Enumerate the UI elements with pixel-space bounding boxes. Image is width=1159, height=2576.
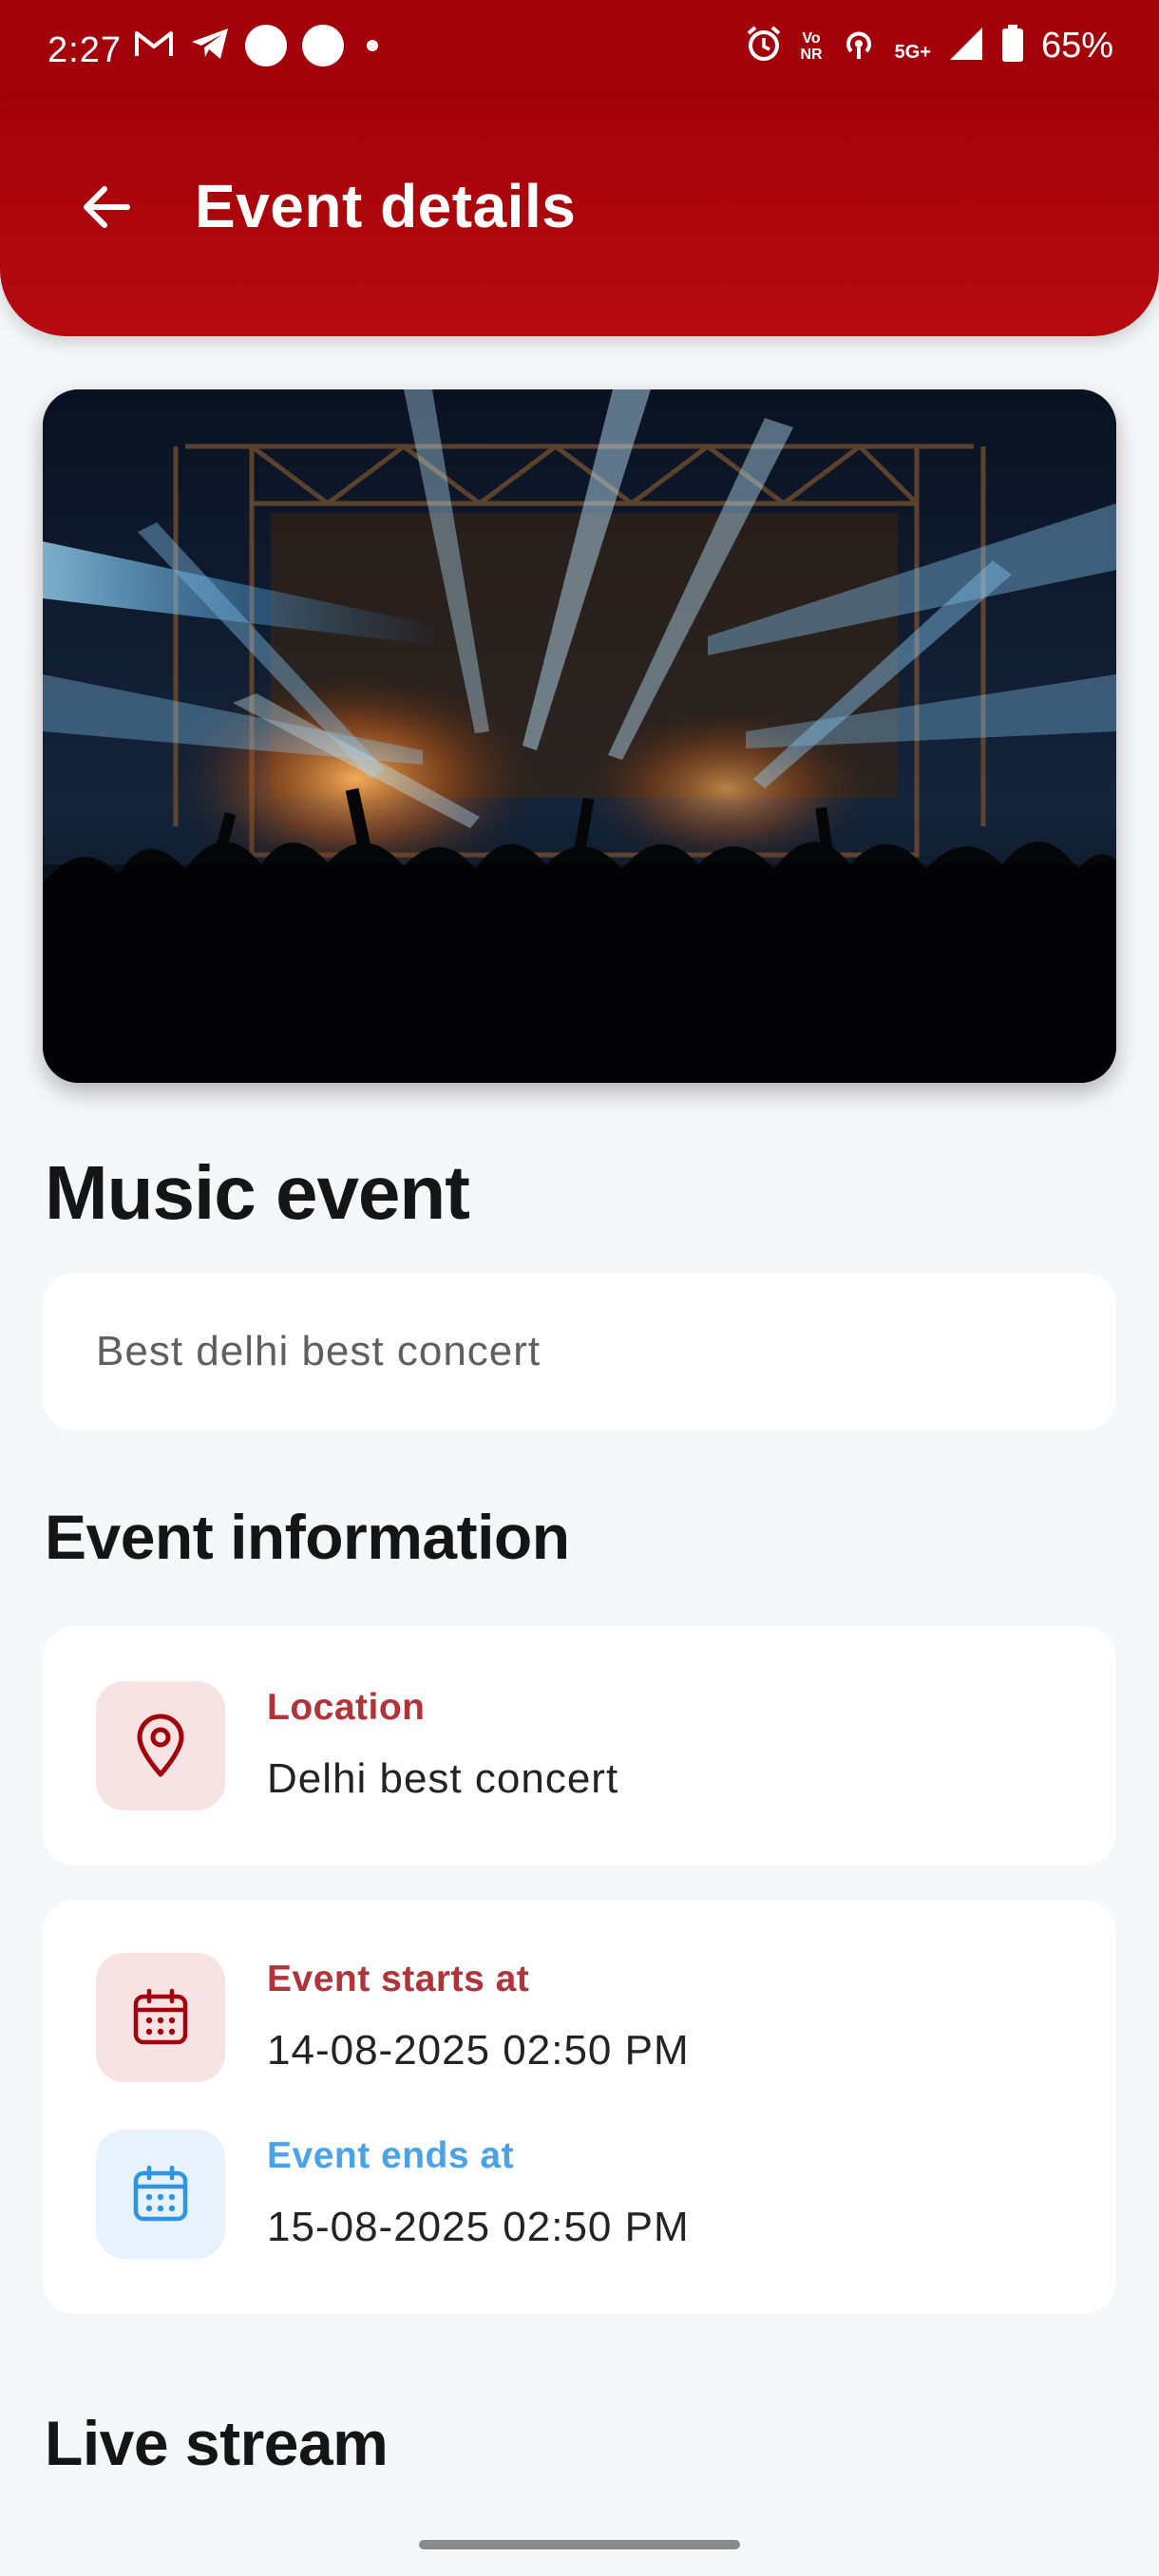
telegram-icon (190, 27, 230, 66)
volte-sub-label: NR (800, 46, 823, 63)
event-end-row: Event ends at 15-08-2025 02:50 PM (96, 2130, 1046, 2259)
signal-icon (948, 26, 984, 66)
event-description: Best delhi best concert (96, 1328, 542, 1374)
event-start-row: Event starts at 14-08-2025 02:50 PM (96, 1953, 1046, 2082)
app-notification-icon (245, 25, 287, 66)
notification-icons (133, 25, 378, 66)
calendar-icon (133, 2165, 188, 2222)
event-start-label: Event starts at (267, 1959, 530, 1999)
arrow-left-icon (84, 186, 130, 228)
schedule-card: Event starts at 14-08-2025 02:50 PM Even… (43, 1900, 1116, 2314)
location-value: Delhi best concert (267, 1755, 619, 1802)
end-icon-tile (96, 2130, 225, 2259)
alarm-icon (745, 25, 783, 67)
event-information-heading: Event information (45, 1502, 570, 1572)
network-type: 5G+ (894, 42, 931, 63)
calendar-icon (133, 1988, 188, 2045)
start-icon-tile (96, 1953, 225, 2082)
volte-label: Vo (802, 29, 821, 47)
battery-icon (1001, 25, 1024, 67)
location-row: Location Delhi best concert (96, 1681, 1046, 1810)
event-title: Music event (45, 1150, 470, 1235)
volte-icon: Vo NR (800, 30, 822, 63)
event-banner-image (43, 389, 1116, 1083)
location-icon-tile (96, 1681, 225, 1810)
event-end-value: 15-08-2025 02:50 PM (267, 2204, 690, 2250)
status-bar: 2:27 Vo NR 5G+ 65% (0, 0, 1159, 101)
app-notification-icon (302, 25, 344, 66)
map-pin-icon (137, 1714, 184, 1777)
event-start-value: 14-08-2025 02:50 PM (267, 2027, 690, 2074)
home-indicator[interactable] (419, 2540, 740, 2549)
location-card: Location Delhi best concert (43, 1626, 1116, 1866)
location-label: Location (267, 1687, 426, 1728)
page-title: Event details (195, 172, 577, 240)
back-button[interactable] (66, 167, 146, 247)
event-description-card: Best delhi best concert (43, 1273, 1116, 1430)
live-stream-heading: Live stream (45, 2408, 389, 2478)
gmail-icon (133, 28, 175, 65)
event-end-label: Event ends at (267, 2135, 515, 2176)
status-time: 2:27 (48, 30, 122, 70)
app-bar: Event details (0, 101, 1159, 336)
battery-percentage: 65% (1040, 26, 1113, 66)
more-notifications-icon (367, 40, 378, 51)
system-status-icons: Vo NR 5G+ 65% (745, 25, 1113, 67)
hotspot-icon (840, 25, 878, 67)
